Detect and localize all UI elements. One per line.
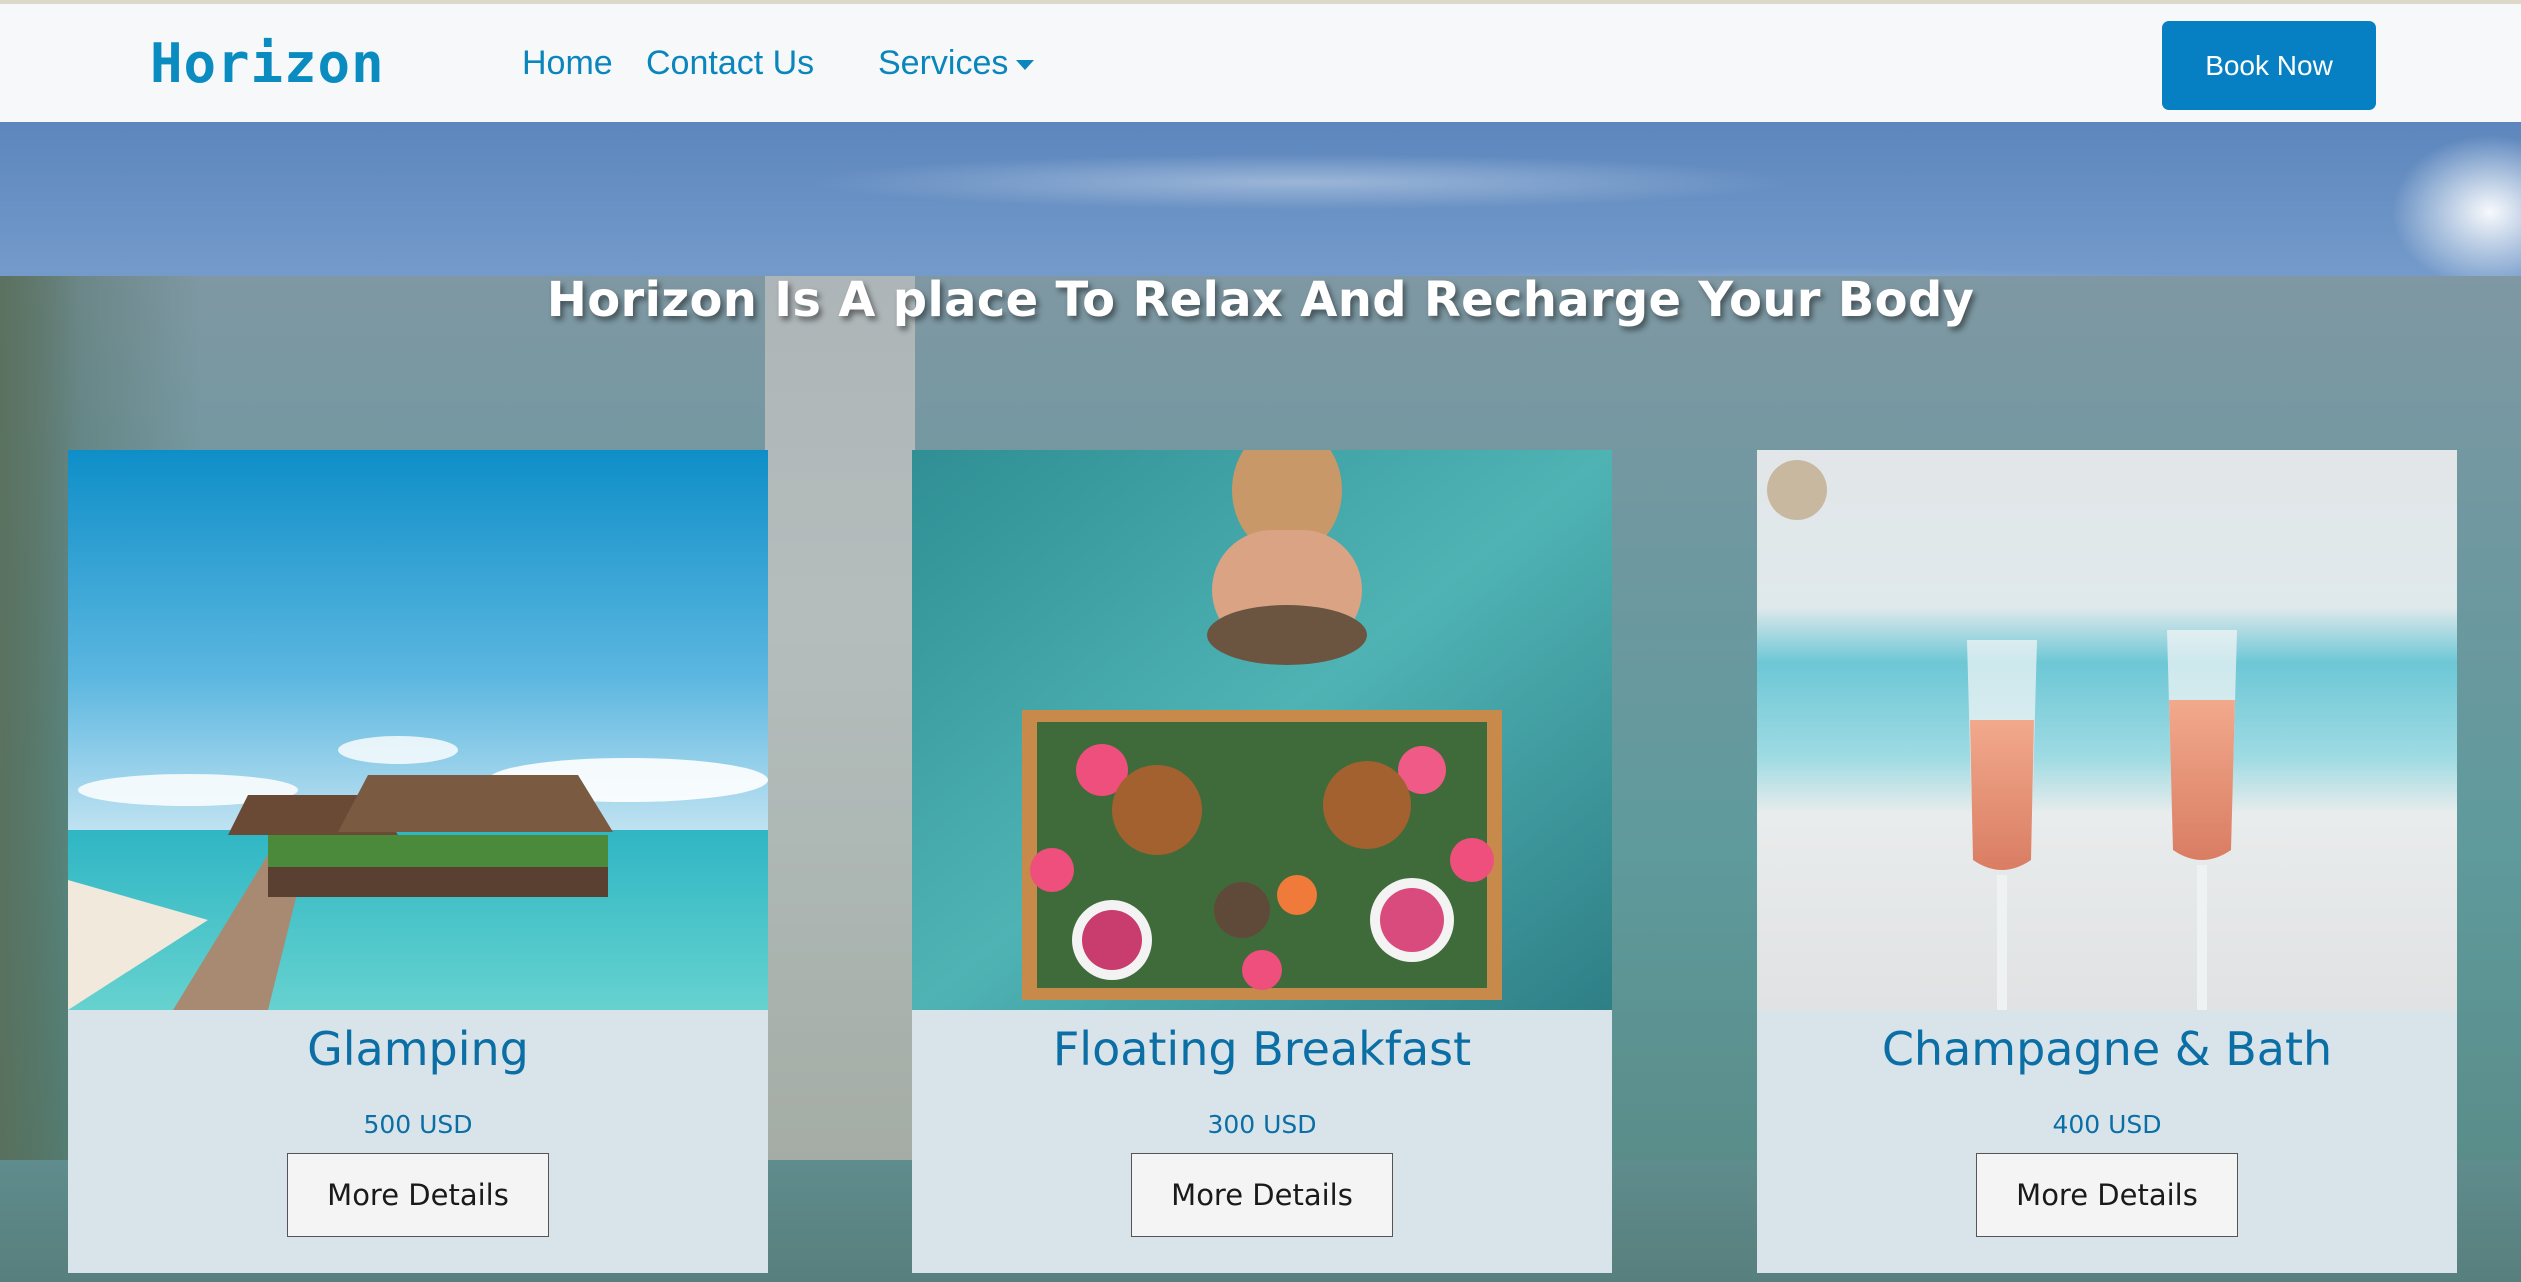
card-price: 400 USD	[2052, 1110, 2162, 1139]
card-title: Champagne & Bath	[1881, 1022, 2333, 1076]
more-details-button[interactable]: More Details	[1131, 1153, 1393, 1237]
more-details-button[interactable]: More Details	[1976, 1153, 2238, 1237]
glamping-image	[68, 450, 768, 1010]
more-details-button[interactable]: More Details	[287, 1153, 549, 1237]
service-card-champagne-bath: Champagne & Bath 400 USD More Details	[1757, 450, 2457, 1273]
floating-breakfast-photo	[912, 450, 1612, 1010]
service-card-glamping: Glamping 500 USD More Details	[68, 450, 768, 1273]
nav-services-label: Services	[878, 44, 1009, 82]
navbar: Horizon Home Contact Us Services Book No…	[0, 0, 2521, 122]
sand-strip	[765, 276, 915, 1160]
floating-breakfast-image	[912, 450, 1612, 1010]
card-price: 300 USD	[1207, 1110, 1317, 1139]
nav-link-contact-us[interactable]: Contact Us	[646, 44, 814, 83]
page: Horizon Is A place To Relax And Recharge…	[0, 0, 2521, 1282]
champagne-image	[1757, 450, 2457, 1010]
overwater-bungalow-photo	[68, 450, 768, 1010]
card-title: Floating Breakfast	[1052, 1022, 1472, 1076]
card-price: 500 USD	[363, 1110, 473, 1139]
hero-title: Horizon Is A place To Relax And Recharge…	[546, 272, 1975, 328]
chevron-down-icon	[1016, 59, 1035, 70]
champagne-glasses-photo	[1757, 450, 2457, 1010]
nav-dropdown-services[interactable]: Services	[878, 44, 1035, 83]
book-now-button[interactable]: Book Now	[2162, 21, 2376, 110]
card-title: Glamping	[307, 1022, 529, 1076]
nav-link-home[interactable]: Home	[522, 44, 613, 83]
service-card-floating-breakfast: Floating Breakfast 300 USD More Details	[912, 450, 1612, 1273]
brand-logo[interactable]: Horizon	[150, 32, 385, 95]
